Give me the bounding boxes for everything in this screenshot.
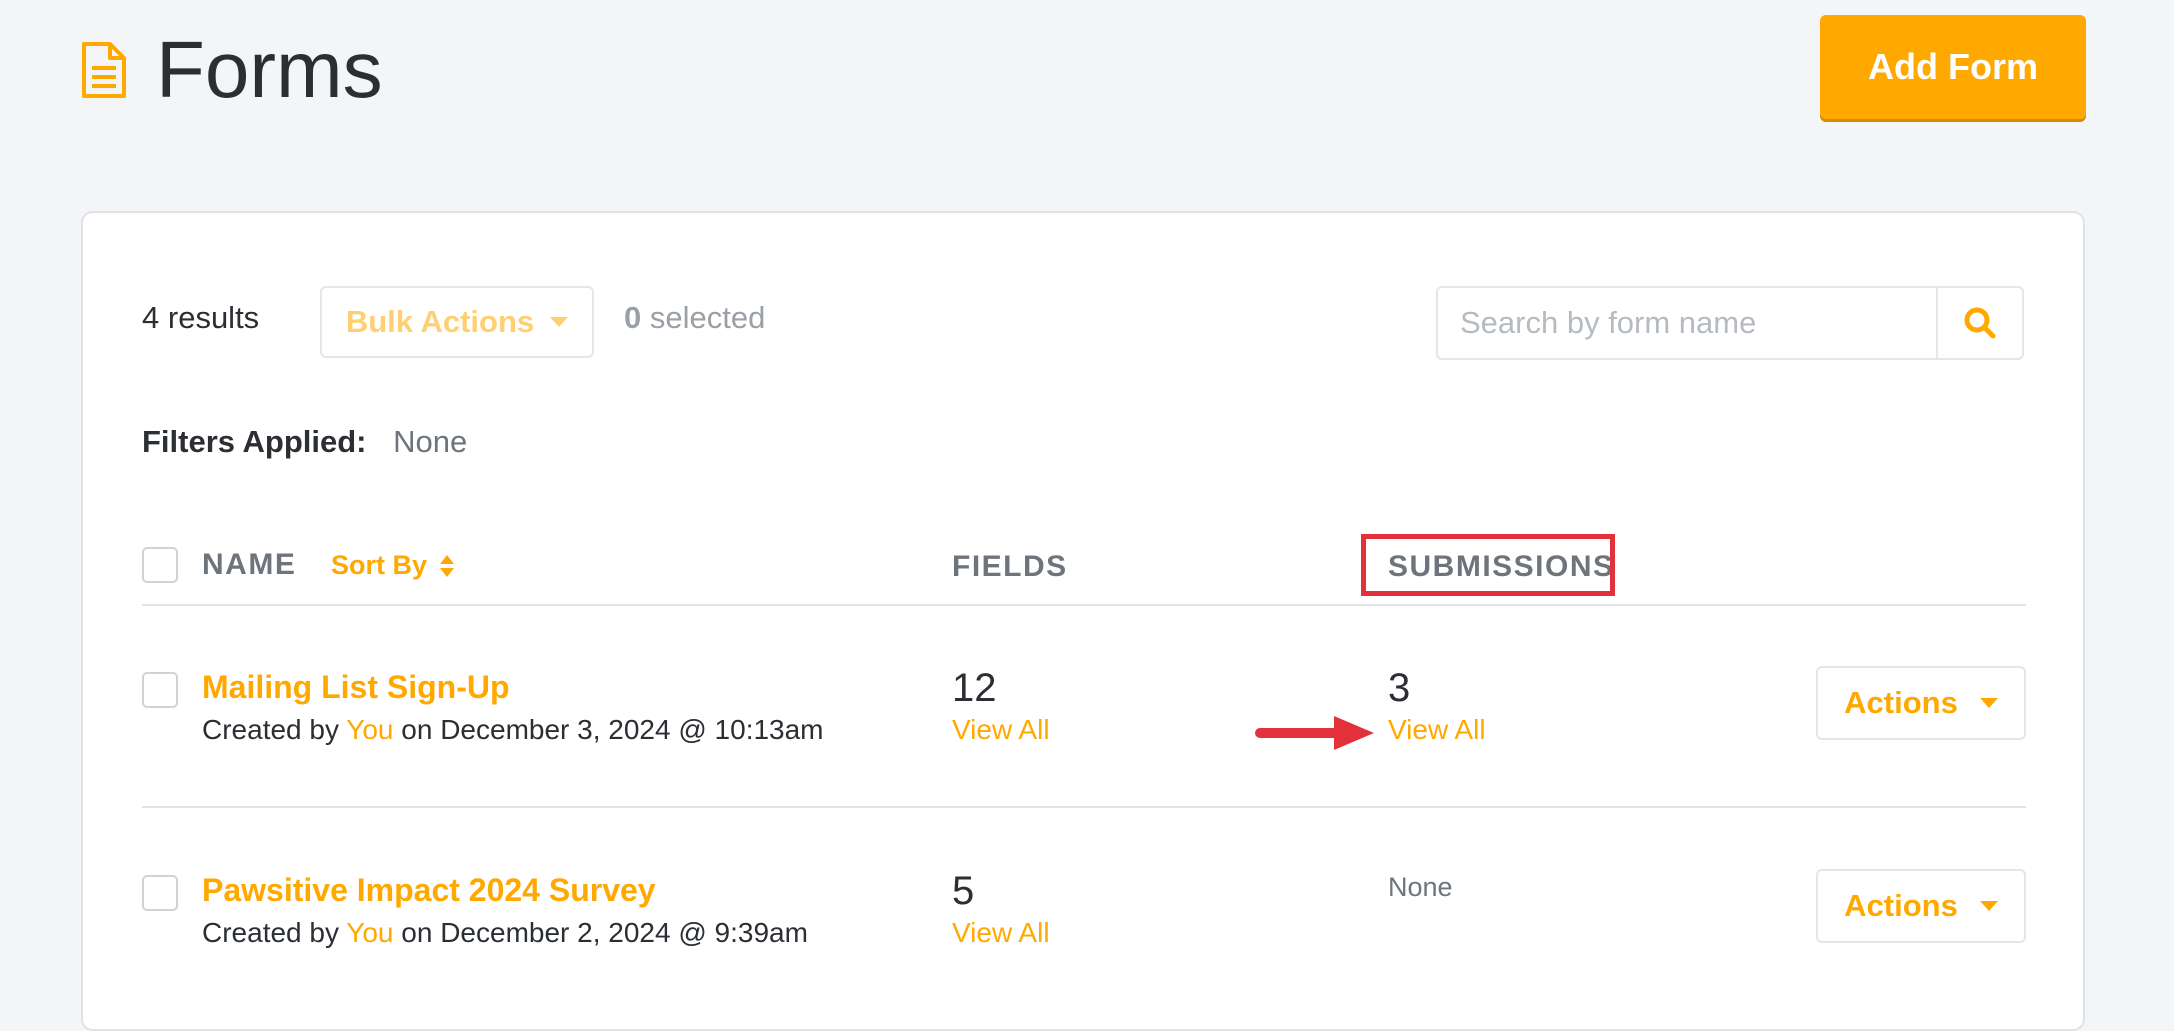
filters-label: Filters Applied: xyxy=(142,424,367,459)
form-name-link[interactable]: Pawsitive Impact 2024 Survey xyxy=(202,872,656,909)
sort-by-label: Sort By xyxy=(331,550,428,580)
arrow-right-icon xyxy=(1255,716,1374,750)
created-on: on December 3, 2024 @ 10:13am xyxy=(401,714,824,745)
results-label: results xyxy=(167,300,260,335)
select-all-checkbox[interactable] xyxy=(142,547,178,583)
actions-dropdown[interactable]: Actions xyxy=(1816,869,2026,943)
bulk-actions-label: Bulk Actions xyxy=(345,304,535,339)
actions-dropdown[interactable]: Actions xyxy=(1816,666,2026,740)
actions-label: Actions xyxy=(1844,888,1958,923)
caret-down-icon xyxy=(550,317,569,327)
actions-label: Actions xyxy=(1844,685,1958,720)
search-button[interactable] xyxy=(1936,286,2024,360)
selected-label: selected xyxy=(649,300,766,335)
filters-applied: Filters Applied: None xyxy=(142,424,467,460)
caret-down-icon xyxy=(1979,901,1998,911)
form-name-link[interactable]: Mailing List Sign-Up xyxy=(202,669,510,706)
fields-view-all-link[interactable]: View All xyxy=(952,714,1050,746)
header-divider xyxy=(142,604,2026,606)
row-checkbox[interactable] xyxy=(142,875,178,911)
document-icon xyxy=(82,42,126,98)
sort-icon xyxy=(440,554,455,577)
row-divider xyxy=(142,806,2026,808)
results-count: 4 results xyxy=(142,300,259,336)
created-by-link[interactable]: You xyxy=(346,714,393,745)
page-title: Forms xyxy=(156,25,383,114)
form-created-meta: Created by You on December 2, 2024 @ 9:3… xyxy=(202,917,808,949)
filters-value: None xyxy=(393,424,468,459)
column-header-name: NAME xyxy=(202,548,297,581)
search-input[interactable] xyxy=(1436,286,1938,360)
search-icon xyxy=(1964,307,1996,339)
submissions-count: 3 xyxy=(1388,666,1411,710)
submissions-view-all-link[interactable]: View All xyxy=(1388,714,1486,746)
caret-down-icon xyxy=(1979,698,1998,708)
form-created-meta: Created by You on December 3, 2024 @ 10:… xyxy=(202,714,824,746)
created-prefix: Created by xyxy=(202,917,339,948)
add-form-button[interactable]: Add Form xyxy=(1820,15,2086,119)
fields-count: 12 xyxy=(952,666,997,710)
fields-view-all-link[interactable]: View All xyxy=(952,917,1050,949)
created-on: on December 2, 2024 @ 9:39am xyxy=(401,917,808,948)
submissions-none: None xyxy=(1388,872,1453,902)
bulk-actions-dropdown[interactable]: Bulk Actions xyxy=(320,286,594,358)
fields-count: 5 xyxy=(952,869,975,913)
row-checkbox[interactable] xyxy=(142,672,178,708)
created-prefix: Created by xyxy=(202,714,339,745)
page-header: Forms Add Form xyxy=(0,0,2174,150)
selected-count: 0 selected xyxy=(624,300,765,336)
created-by-link[interactable]: You xyxy=(346,917,393,948)
results-number: 4 xyxy=(142,300,160,335)
selected-number: 0 xyxy=(624,300,642,335)
column-header-fields: FIELDS xyxy=(952,550,1068,583)
submissions-highlight-box xyxy=(1361,534,1615,596)
sort-by-button[interactable]: Sort By xyxy=(331,550,455,581)
